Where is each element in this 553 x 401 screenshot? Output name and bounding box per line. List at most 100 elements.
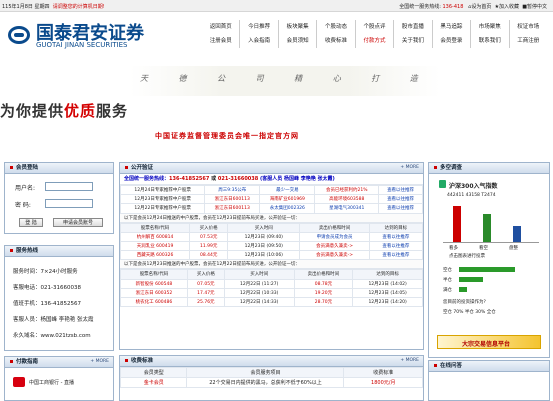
nav-login[interactable]: 会员登录 [433,34,472,48]
poll-label-flat: 盘整 [509,246,518,251]
table-header: 会员类型 会员服务项目 收费标准 [119,367,423,378]
nav-home[interactable]: 返回首页 [202,20,241,34]
bulk-trade-banner-text: 大宗交易信息平台 [462,341,511,348]
table-row: 12月24日专家推荐中户股票 周三9:35公布 最少一交易 会员已经获利约21% 查看以… [119,184,423,196]
site-logo[interactable]: 国泰君安证券 GUOTAI JINAN SECURITIES [6,17,176,53]
poll-label-bull: 看多 [449,246,458,251]
hotline-banner: 全国统一服务热线：136-41852567 或 021-31660038 (客服… [120,174,423,185]
recommend-table: 12月24日专家推荐中户股票 周三9:35公布 最少一交易 会员已经获利约21% 查看以… [119,184,423,214]
nav-sector[interactable]: 板块聚集 [279,20,318,34]
nav-warrant[interactable]: 权证市场 [510,20,547,34]
section-note-2: 以下是会员12月23日推送的中户股票，会员在12月22日提前布局买进，公开验证一… [120,260,423,270]
apply-account-button[interactable]: 申请会员账号 [53,218,103,227]
poll-box: 多空调查 沪深300入气指数 442411 43158 T2474 看多 看空 … [428,162,550,358]
logo-en-text: GUOTAI JINAN SECURITIES [36,41,128,49]
option-full[interactable]: 满仓 [443,287,452,293]
permanent-domain[interactable]: 永久域名：www.021tzsb.com [13,331,91,339]
poll-title: 沪深300入气指数 [449,183,498,190]
payment-box: 付款指南 + MORE 中国工商银行 - 直播 [4,356,114,401]
nav-row-2: 注册会员 入会指南 会员须知 收费标准 付款方式 关于我们 会员登录 联系我们 … [202,34,547,48]
nav-row-1: 返回首页 今日推荐 板块聚集 个股动态 个股点评 股市直播 黑马追踪 市场聚焦 … [202,20,547,34]
bulk-trade-banner[interactable]: 大宗交易信息平台 [437,335,541,349]
nav-stock-review[interactable]: 个股点评 [356,20,395,34]
public-verification-box: 公开验证 + MORE 全国统一服务热线：136-41852567 或 021-3… [119,162,424,350]
top-bar: 115年1月8日 星期四 请调整您的计算机日期! 全国统一服务热线: 136-4… [0,0,553,12]
hotline-box: 服务热线 服务时间：7×24小时服务 客服电话：021-31660038 值班手… [4,245,114,351]
option-half[interactable]: 半仓 [443,277,452,283]
icbc-logo-icon [13,377,25,387]
username-input[interactable] [45,182,93,191]
service-staff: 客服人员：杨国峰 李艳艳 张太霞 [13,317,94,323]
nav-stock-news[interactable]: 个股动态 [317,20,356,34]
bullet-icon [125,359,128,362]
nav-fees[interactable]: 收费标准 [317,34,356,48]
banner: 天 德 公 司 精 心 打 造 为你提供优质服务 中国证券监督管理委员会唯一指定… [0,58,553,156]
bank-name[interactable]: 中国工商银行 - 直播 [29,379,74,386]
nav-dark-horse[interactable]: 黑马追踪 [433,20,472,34]
poll-hint: 点击图表进行投票 [449,254,485,259]
banner-ads-text: 天 德 公 司 精 心 打 造 [140,74,432,83]
login-button[interactable]: 登 陆 [19,218,43,227]
main-nav: 返回首页 今日推荐 板块聚集 个股动态 个股点评 股市直播 黑马追踪 市场聚焦 … [202,20,547,48]
table-row: 浙江东日 600352 17.47元 12月22日 (10:33) 19.20元 12月… [120,287,423,298]
nav-today-pick[interactable]: 今日推荐 [240,20,279,34]
hotline-number: 136-418 [442,4,464,10]
verify-table-1: 股票名称/代码 买入价格 买入时间 卖出价格和时间 达到的目标 杭州解百 600814 0… [119,222,424,261]
poll-bar-bull[interactable] [453,206,461,242]
poll-bar-chart[interactable] [443,203,539,243]
add-favorite-link[interactable]: 加入收藏 [499,4,519,10]
bullet-icon [434,364,437,367]
nav-market-focus[interactable]: 市场聚焦 [471,20,510,34]
username-label: 用户名: [15,185,36,192]
fee-box: 收费标准 + MORE 会员类型 会员服务项目 收费标准 金卡会员 22个交易日内提供的… [119,355,424,401]
more-link[interactable]: + MORE [90,357,109,367]
table-row: 桃农化工 600486 25.76元 12月22日 (14:33) 28.70元 12月… [120,296,423,308]
service-hours: 服务时间：7×24小时服务 [13,269,78,275]
table-header: 股票名称/代码 买入价格 买入时间 卖出价格和时间 达到的目标 [119,222,424,233]
date-notice: 115年1月8日 星期四 请调整您的计算机日期! [2,3,105,10]
option-bar [459,267,515,272]
option-empty[interactable]: 空仓 [443,267,452,273]
date-warning: 请调整您的计算机日期! [52,4,105,10]
login-header: 会员登陆 [5,163,113,174]
table-row: 新智股份 600548 07.05元 12月22日 (11:27) 08.78元 12月… [120,278,423,289]
table-header: 股票名称/代码 买入价格 买入时间 卖出价格和时间 达到的目标 [120,269,423,280]
nav-join-guide[interactable]: 入会指南 [240,34,279,48]
more-link[interactable]: + MORE [400,163,419,173]
chinese-toggle-link[interactable]: 暂停中文 [527,4,547,10]
hotline-label: 全国统一服务热线: [399,4,441,10]
service-phone: 客服电话：021-31660038 [13,285,81,291]
online-qa-box: 在线问答 [428,360,550,401]
nav-about[interactable]: 关于我们 [394,34,433,48]
table-row: 金卡会员 22个交易日内提供的黑马，总获利不低于60%以上 1800元/月 [119,377,423,388]
option-bar [459,277,483,282]
bullet-icon [434,166,437,169]
nav-register[interactable]: 注册会员 [202,34,241,48]
set-homepage-link[interactable]: 设为首页 [471,4,491,10]
banner-slogan: 为你提供优质服务 [0,102,129,120]
more-link[interactable]: + MORE [400,356,419,366]
pub-header: 公开验证 + MORE [120,163,423,174]
payment-header: 付款指南 + MORE [5,357,113,368]
nav-live[interactable]: 股市直播 [394,20,433,34]
bullet-icon [10,360,13,363]
poll-header: 多空调查 [429,163,549,174]
hotline-header: 服务热线 [5,246,113,257]
nav-contact[interactable]: 联系我们 [471,34,510,48]
bullet-icon [10,166,13,169]
nav-payment[interactable]: 付款方式 [356,34,395,48]
table-row: 12月23日专家推荐中户股票 浙江东日600113 海南矿业601969 高能环境60… [119,194,423,205]
password-label: 密 码: [15,202,31,209]
table-row: 杭州解百 600814 07.53元 12月23日 (09:40) 申请会员成为会员查… [119,231,424,242]
section-note-1: 以下是会员12月24日推送的中户股票，会员在12月23日提前布局买进，公开验证一… [120,213,423,223]
poll-numbers: 442411 43158 T2474 [447,193,496,198]
table-row: 西藏天路 600326 08.44元 12月23日 (10:06) 会员满意久兼卖->… [119,250,424,261]
nav-business-reg[interactable]: 工商注册 [510,34,547,48]
poll-bar-flat[interactable] [513,226,521,242]
bullet-icon [125,166,128,169]
nav-member-notice[interactable]: 会员须知 [279,34,318,48]
poll-bar-bear[interactable] [483,214,491,242]
banner-official-line: 中国证券监督管理委员会唯一指定官方网 [155,132,299,140]
bullet-icon [10,249,13,252]
password-input[interactable] [45,199,93,208]
